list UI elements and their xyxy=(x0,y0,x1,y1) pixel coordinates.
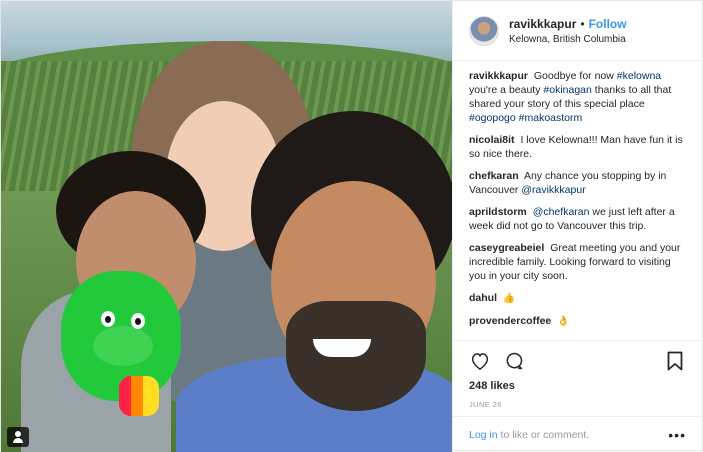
action-bar xyxy=(453,340,702,380)
avatar[interactable] xyxy=(469,15,499,46)
comment-username[interactable]: caseygreabeiel xyxy=(469,242,544,254)
comment-item: caseygreabeiel Great meeting you and you… xyxy=(469,241,686,283)
post-header: ravikkkapur • Follow Kelowna, British Co… xyxy=(453,1,702,61)
post-side-panel: ravikkkapur • Follow Kelowna, British Co… xyxy=(452,1,702,452)
login-prompt: Log in to like or comment. xyxy=(469,429,589,441)
comment-username[interactable]: dahul xyxy=(469,292,497,304)
header-username[interactable]: ravikkkapur xyxy=(509,17,576,31)
header-line: ravikkkapur • Follow xyxy=(509,17,627,31)
login-link[interactable]: Log in xyxy=(469,429,498,441)
hashtag-makoastorm[interactable]: #makoastorm xyxy=(519,112,583,124)
comment-icon[interactable] xyxy=(503,350,525,372)
post-footer: Log in to like or comment. ••• xyxy=(453,416,702,452)
comment-item: chefkaran Any chance you stopping by in … xyxy=(469,169,686,197)
comment-item: nicolai8it I love Kelowna!!! Man have fu… xyxy=(469,133,686,161)
man-smile xyxy=(313,339,371,357)
dragon-belly xyxy=(119,376,159,416)
comment-mention[interactable]: @chefkaran xyxy=(533,206,590,218)
dragon-eye-right xyxy=(131,313,145,329)
user-tag-icon[interactable] xyxy=(7,427,29,447)
comment-item: provendercoffee 👌 xyxy=(469,314,686,329)
tag-shoulders xyxy=(13,438,23,443)
location-link[interactable]: Kelowna, British Columbia xyxy=(509,34,627,45)
follow-button[interactable]: Follow xyxy=(589,17,627,31)
likes-count[interactable]: 248 likes xyxy=(453,380,702,396)
caption-text-2: you're a beauty xyxy=(469,84,541,96)
bookmark-icon[interactable] xyxy=(664,350,686,372)
more-options-icon[interactable]: ••• xyxy=(668,427,686,443)
dragon-eye-left xyxy=(101,311,115,327)
header-text: ravikkkapur • Follow Kelowna, British Co… xyxy=(509,17,627,45)
comment-username[interactable]: chefkaran xyxy=(469,170,519,182)
thumbs-up-icon: 👍 xyxy=(502,293,516,304)
ok-hand-icon: 👌 xyxy=(557,316,570,327)
comment-username[interactable]: nicolai8it xyxy=(469,134,515,146)
hashtag-ogopogo[interactable]: #ogopogo xyxy=(469,112,516,124)
comment-mention[interactable]: @ravikkkapur xyxy=(521,184,585,196)
comments-section: ravikkkapur Goodbye for now #kelowna you… xyxy=(453,61,702,340)
header-separator: • xyxy=(580,16,585,31)
comment-username[interactable]: aprildstorm xyxy=(469,206,527,218)
login-text: to like or comment. xyxy=(497,428,590,441)
hashtag-okinagan[interactable]: #okinagan xyxy=(543,84,591,96)
post-date: JUNE 26 xyxy=(469,400,502,409)
comment-item: aprildstorm @chefkaran we just left afte… xyxy=(469,205,686,233)
caption: ravikkkapur Goodbye for now #kelowna you… xyxy=(469,69,686,125)
tag-head xyxy=(15,431,21,437)
caption-text-1: Goodbye for now xyxy=(533,70,614,82)
dragon-snout xyxy=(93,326,153,366)
hashtag-kelowna[interactable]: #kelowna xyxy=(617,70,661,82)
caption-username[interactable]: ravikkkapur xyxy=(469,70,528,82)
post-photo[interactable] xyxy=(1,1,452,452)
heart-icon[interactable] xyxy=(469,350,491,372)
comment-item: dahul 👍 xyxy=(469,291,686,306)
instagram-post: ravikkkapur • Follow Kelowna, British Co… xyxy=(0,0,703,452)
comment-username[interactable]: provendercoffee xyxy=(469,315,551,327)
